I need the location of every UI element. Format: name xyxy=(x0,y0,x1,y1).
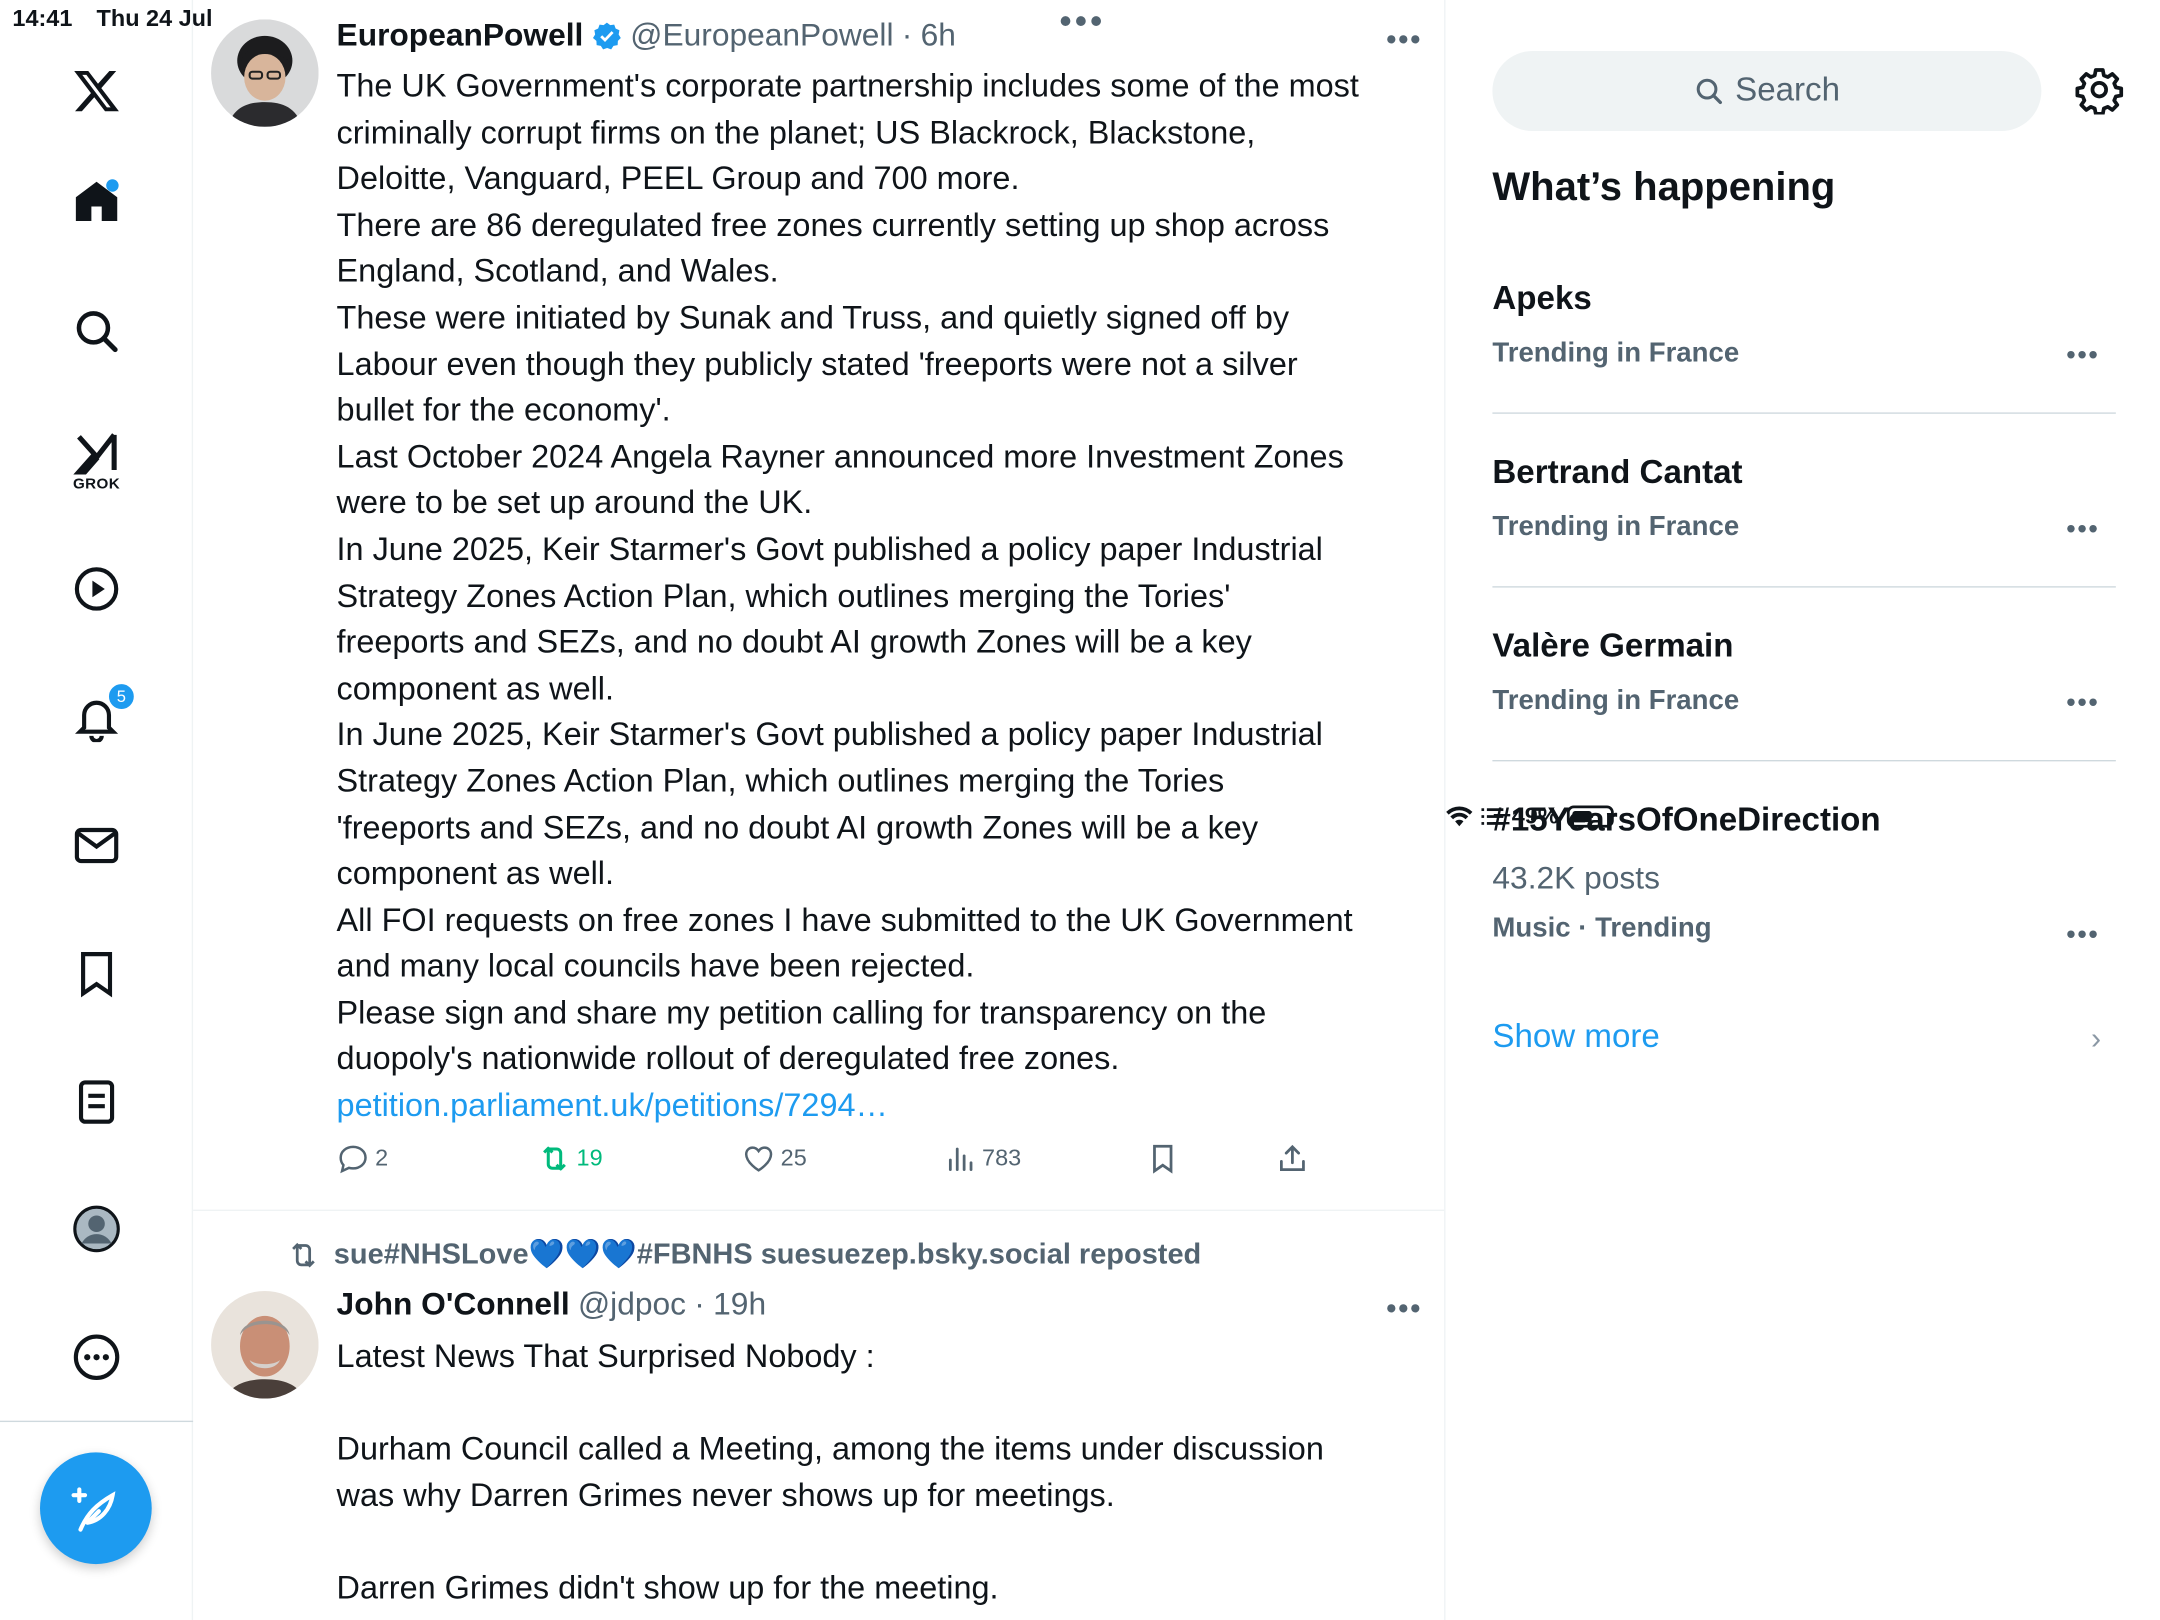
trend-more-icon[interactable]: ••• xyxy=(2066,341,2099,373)
notifications-badge: 5 xyxy=(106,681,137,712)
show-more-link[interactable]: Show more xyxy=(1492,1018,1659,1057)
trend-title: Bertrand Cantat xyxy=(1492,453,1743,492)
timeline-feed: ••• EuropeanPowell @EuropeanPowell · 6h … xyxy=(193,0,1446,1620)
notifications-bell-icon[interactable]: 5 xyxy=(69,681,137,745)
trend-more-icon[interactable]: ••• xyxy=(2066,688,2099,720)
whats-happening-heading: What’s happening xyxy=(1492,165,1836,210)
trend-divider xyxy=(1492,759,2116,762)
author-name[interactable]: John O'Connell xyxy=(337,1286,570,1323)
trend-divider xyxy=(1492,412,2116,414)
author-name[interactable]: EuropeanPowell xyxy=(337,17,584,54)
like-count: 25 xyxy=(780,1144,807,1172)
author-handle[interactable]: @EuropeanPowell xyxy=(630,17,893,54)
tweet-time[interactable]: 19h xyxy=(713,1286,766,1323)
avatar[interactable] xyxy=(211,19,319,127)
repost-small-icon xyxy=(292,1242,315,1268)
left-nav: GROK 5 xyxy=(0,0,194,1620)
trend-item[interactable]: Valère Germain Trending in France ••• xyxy=(1492,627,2115,720)
messages-icon[interactable] xyxy=(69,818,124,873)
grok-label: GROK xyxy=(72,475,121,493)
views-count: 783 xyxy=(982,1144,1022,1172)
trend-divider xyxy=(1492,586,2116,588)
video-icon[interactable] xyxy=(69,561,124,616)
trend-title: #15YearsOfOneDirection xyxy=(1492,801,1881,839)
bookmark-icon xyxy=(1153,1144,1173,1174)
separator: · xyxy=(694,1285,705,1322)
bookmark-button[interactable] xyxy=(1146,1142,1179,1175)
trend-item[interactable]: Bertrand Cantat Trending in France ••• xyxy=(1492,453,2115,546)
heart-icon xyxy=(744,1146,773,1172)
trend-more-icon[interactable]: ••• xyxy=(2066,920,2099,952)
nav-divider xyxy=(0,1420,194,1423)
share-icon xyxy=(1279,1144,1305,1172)
trend-context: Trending in France xyxy=(1492,337,1740,369)
separator: · xyxy=(901,16,913,53)
compose-feather-icon xyxy=(70,1486,115,1532)
tweet-text: Latest News That Surprised Nobody : Durh… xyxy=(336,1337,1324,1606)
chevron-right-icon: › xyxy=(2091,1020,2102,1056)
search-icon[interactable] xyxy=(69,303,124,358)
tweet-header: EuropeanPowell @EuropeanPowell · 6h xyxy=(337,17,956,54)
tweet[interactable]: EuropeanPowell @EuropeanPowell · 6h ••• … xyxy=(193,0,1444,1210)
x-logo-icon[interactable] xyxy=(69,63,124,118)
tweet-time[interactable]: 6h xyxy=(921,17,956,54)
author-handle[interactable]: @jdpoc xyxy=(578,1286,686,1323)
tweet-link[interactable]: petition.parliament.uk/petitions/7294… xyxy=(337,1087,888,1123)
search-input[interactable]: Search xyxy=(1492,51,2042,132)
trend-item[interactable]: Apeks Trending in France ••• xyxy=(1492,279,2115,373)
reply-count: 2 xyxy=(375,1144,389,1172)
repost-count: 19 xyxy=(576,1144,603,1172)
right-sidebar: Search What’s happening Apeks Trending i… xyxy=(1446,0,2160,1620)
repost-button[interactable]: 19 xyxy=(538,1142,603,1175)
views-button[interactable]: 783 xyxy=(943,1142,1021,1175)
repost-context-text: sue#NHSLove💙💙💙#FBNHS suesuezep.bsky.soci… xyxy=(333,1238,1202,1271)
unread-dot xyxy=(106,179,119,192)
views-chart-icon xyxy=(948,1147,973,1172)
bookmarks-icon[interactable] xyxy=(69,946,124,1001)
tweet-header: John O'Connell @jdpoc · 19h xyxy=(337,1286,767,1323)
tweet-more-icon[interactable]: ••• xyxy=(1386,22,1422,58)
trend-title: Valère Germain xyxy=(1492,627,1734,665)
verified-badge-icon xyxy=(592,21,621,49)
more-options-icon[interactable] xyxy=(69,1330,124,1385)
settings-gear-icon[interactable] xyxy=(2074,65,2124,115)
trend-post-count: 43.2K posts xyxy=(1492,859,1660,896)
grok-icon[interactable]: GROK xyxy=(69,422,124,499)
tweet-text: The UK Government's corporate partnershi… xyxy=(337,63,1427,1129)
trend-context: Music · Trending xyxy=(1492,913,1712,944)
share-button[interactable] xyxy=(1276,1142,1309,1175)
tweet-body: The UK Government's corporate partnershi… xyxy=(336,67,1359,1077)
home-icon[interactable] xyxy=(69,174,124,229)
tweet-more-icon[interactable]: ••• xyxy=(1386,1291,1422,1327)
trend-context: Trending in France xyxy=(1492,511,1740,543)
profile-avatar-icon[interactable] xyxy=(69,1201,124,1256)
trend-item[interactable]: #15YearsOfOneDirection 43.2K posts Music… xyxy=(1492,801,2115,950)
trend-more-icon[interactable]: ••• xyxy=(2066,514,2099,546)
trend-title: Apeks xyxy=(1492,279,1592,318)
search-placeholder: Search xyxy=(1735,71,1841,109)
trend-context: Trending in France xyxy=(1492,685,1740,716)
repost-icon xyxy=(543,1146,566,1171)
tweet-actions: 2 19 25 783 xyxy=(337,1142,1385,1183)
compose-post-button[interactable] xyxy=(39,1452,152,1565)
avatar[interactable] xyxy=(211,1291,319,1399)
repost-context[interactable]: sue#NHSLove💙💙💙#FBNHS suesuezep.bsky.soci… xyxy=(287,1239,1201,1272)
lists-icon[interactable] xyxy=(69,1074,124,1129)
reply-icon xyxy=(339,1145,367,1174)
search-icon xyxy=(1696,78,1722,105)
reply-button[interactable]: 2 xyxy=(337,1142,389,1175)
like-button[interactable]: 25 xyxy=(742,1142,807,1175)
